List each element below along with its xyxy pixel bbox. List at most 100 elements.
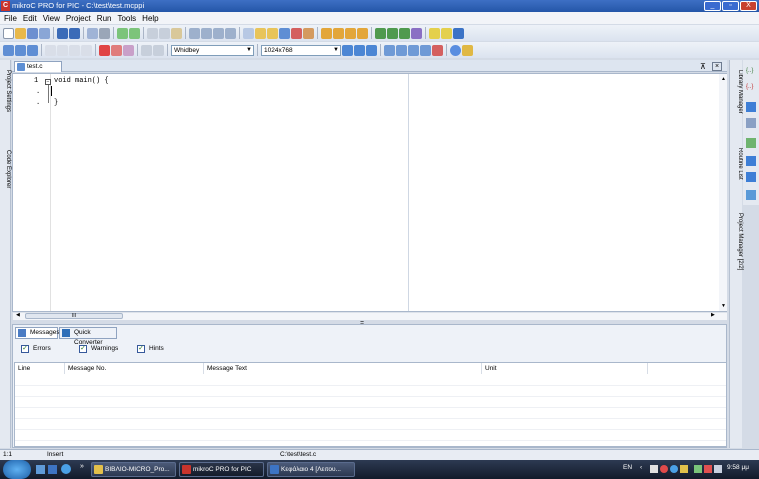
remove-file-icon[interactable] bbox=[291, 27, 302, 39]
add-file-icon[interactable] bbox=[279, 27, 290, 39]
resolution-select[interactable]: 1024x768 ▼ bbox=[261, 44, 341, 56]
menu-run[interactable]: Run bbox=[97, 14, 112, 23]
task-item[interactable]: Κεφάλαιο 4 [Λειτου... bbox=[267, 462, 355, 477]
tray-icon[interactable] bbox=[650, 465, 658, 473]
ascii-chart-icon[interactable] bbox=[384, 44, 395, 56]
routine-icon-3[interactable] bbox=[746, 172, 756, 182]
bookmark-icon[interactable] bbox=[45, 44, 56, 56]
print-icon[interactable] bbox=[99, 27, 110, 39]
code-editor[interactable] bbox=[12, 73, 727, 312]
goto-line-icon[interactable] bbox=[81, 44, 92, 56]
menu-tools[interactable]: Tools bbox=[117, 14, 136, 23]
seven-segment-icon[interactable] bbox=[453, 27, 464, 39]
undo-icon[interactable] bbox=[117, 27, 128, 39]
new-project-icon[interactable] bbox=[243, 27, 254, 39]
seven-seg-editor-icon[interactable] bbox=[420, 44, 431, 56]
help-topics-icon[interactable] bbox=[432, 44, 443, 56]
comment-icon[interactable] bbox=[3, 44, 14, 56]
battery-icon[interactable] bbox=[704, 465, 712, 473]
vertical-scrollbar[interactable] bbox=[719, 74, 727, 311]
library-icon[interactable]: {..} bbox=[746, 68, 756, 76]
open-icon[interactable] bbox=[15, 27, 26, 39]
task-item[interactable]: BIBΛΙΟ-MICRO_Pro... bbox=[91, 462, 176, 477]
scroll-left-icon[interactable]: ◀ bbox=[16, 312, 20, 318]
menu-project[interactable]: Project bbox=[66, 14, 91, 23]
language-indicator[interactable]: EN bbox=[623, 464, 632, 471]
close-all-icon[interactable] bbox=[69, 27, 80, 39]
shield-icon[interactable] bbox=[680, 465, 688, 473]
close-tab-icon[interactable]: × bbox=[712, 62, 722, 71]
find-previous-icon[interactable] bbox=[213, 27, 224, 39]
debug-start-icon[interactable] bbox=[375, 27, 386, 39]
clock[interactable]: 9:58 μμ bbox=[727, 464, 749, 471]
cut-icon[interactable] bbox=[147, 27, 158, 39]
scroll-up-icon[interactable]: ▲ bbox=[721, 76, 726, 82]
save-all-icon[interactable] bbox=[39, 27, 50, 39]
stopwatch-icon[interactable] bbox=[153, 44, 164, 56]
menu-help[interactable]: Help bbox=[142, 14, 158, 23]
paste-icon[interactable] bbox=[171, 27, 182, 39]
tab-project-manager[interactable]: Project Manager [2/2] bbox=[730, 203, 743, 298]
build-and-program-icon[interactable] bbox=[345, 27, 356, 39]
eeprom-editor-icon[interactable] bbox=[408, 44, 419, 56]
tab-test-c[interactable]: test.c bbox=[14, 61, 62, 72]
layout-save-icon[interactable] bbox=[354, 44, 365, 56]
tab-project-settings[interactable]: Project Settings bbox=[0, 60, 11, 140]
scrollbar-thumb[interactable]: III bbox=[25, 313, 123, 319]
scheme-select[interactable]: Whidbey ▼ bbox=[171, 44, 254, 56]
redo-icon[interactable] bbox=[129, 27, 140, 39]
tray-expand-icon[interactable]: ‹ bbox=[640, 464, 642, 471]
start-button[interactable] bbox=[3, 460, 31, 479]
more-chevron-icon[interactable]: » bbox=[80, 463, 84, 470]
volume-icon[interactable] bbox=[714, 465, 722, 473]
tab-messages[interactable]: Messages bbox=[15, 327, 60, 339]
antivirus-icon[interactable] bbox=[660, 465, 668, 473]
library-icon-2[interactable]: {..} bbox=[746, 84, 756, 92]
minimize-button[interactable]: _ bbox=[704, 1, 721, 11]
copy-icon[interactable] bbox=[159, 27, 170, 39]
network-icon[interactable] bbox=[694, 465, 702, 473]
explorer-icon[interactable] bbox=[48, 465, 57, 474]
print-preview-icon[interactable] bbox=[87, 27, 98, 39]
replace-icon[interactable] bbox=[225, 27, 236, 39]
show-desktop-icon[interactable] bbox=[36, 465, 45, 474]
statistics-icon[interactable] bbox=[123, 44, 134, 56]
tab-quick-converter[interactable]: Quick Converter bbox=[59, 327, 117, 346]
glcd-designer-icon[interactable] bbox=[441, 27, 452, 39]
find-next-icon[interactable] bbox=[201, 27, 212, 39]
scroll-right-icon[interactable]: ▶ bbox=[711, 312, 715, 318]
routine-icon-4[interactable] bbox=[746, 190, 756, 200]
step-over-icon[interactable] bbox=[399, 27, 410, 39]
hints-checkbox[interactable]: ✓ Hints bbox=[137, 344, 164, 354]
errors-checkbox[interactable]: ✓ Errors bbox=[21, 344, 51, 354]
watch-icon[interactable] bbox=[141, 44, 152, 56]
tab-code-explorer[interactable]: Code Explorer bbox=[0, 140, 11, 210]
build-all-icon[interactable] bbox=[333, 27, 344, 39]
column-header-message-no[interactable]: Message No. bbox=[65, 363, 204, 374]
module-icon[interactable] bbox=[746, 102, 756, 112]
tab-library-manager[interactable]: Library Manager bbox=[730, 60, 743, 135]
breakpoints-icon[interactable] bbox=[111, 44, 122, 56]
about-icon[interactable] bbox=[462, 44, 473, 56]
task-item-active[interactable]: mikroC PRO for PIC bbox=[179, 462, 264, 477]
stop-icon[interactable] bbox=[99, 44, 110, 56]
routine-icon[interactable] bbox=[746, 138, 756, 148]
column-header-unit[interactable]: Unit bbox=[482, 363, 648, 374]
menu-file[interactable]: File bbox=[4, 14, 17, 23]
build-icon[interactable] bbox=[321, 27, 332, 39]
step-into-icon[interactable] bbox=[387, 27, 398, 39]
column-header-line[interactable]: Line bbox=[15, 363, 65, 374]
layout-delete-icon[interactable] bbox=[366, 44, 377, 56]
save-icon[interactable] bbox=[27, 27, 38, 39]
ie-icon[interactable] bbox=[61, 464, 71, 474]
pin-icon[interactable]: ⊼ bbox=[700, 62, 706, 71]
menu-edit[interactable]: Edit bbox=[23, 14, 37, 23]
scroll-down-icon[interactable]: ▼ bbox=[721, 303, 726, 309]
package-icon[interactable] bbox=[746, 118, 756, 128]
layout-icon[interactable] bbox=[342, 44, 353, 56]
prev-bookmark-icon[interactable] bbox=[69, 44, 80, 56]
app-icon[interactable]: C bbox=[1, 1, 10, 11]
new-file-icon[interactable] bbox=[3, 27, 14, 39]
warnings-checkbox[interactable]: ✓ Warnings bbox=[79, 344, 118, 354]
usart-terminal-icon[interactable] bbox=[396, 44, 407, 56]
